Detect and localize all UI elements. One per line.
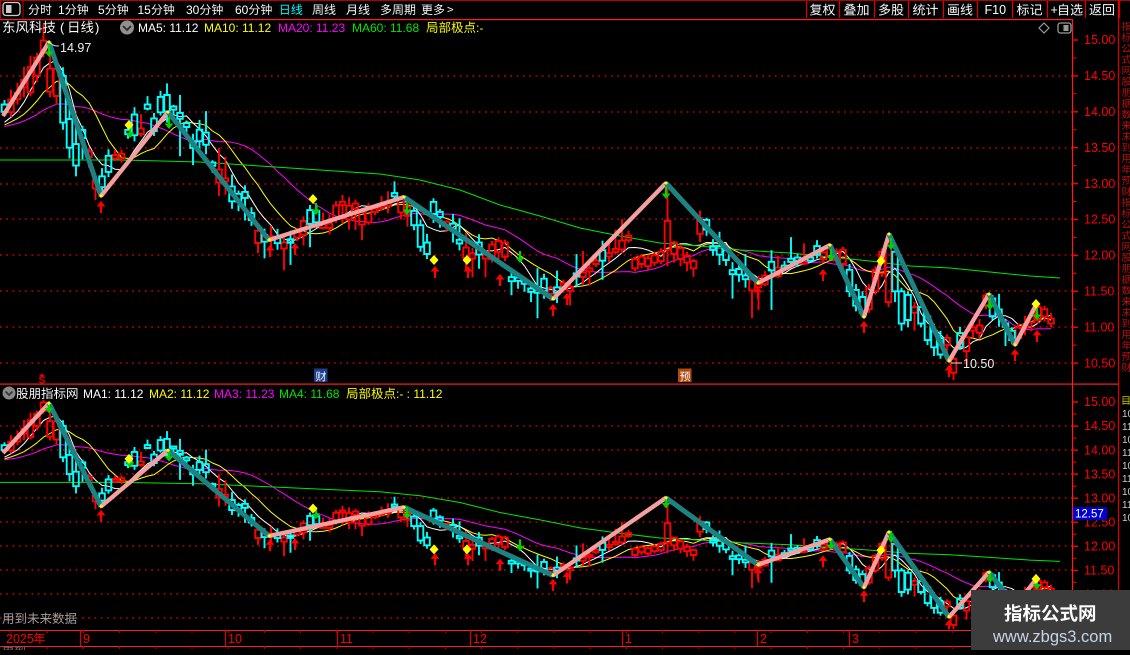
svg-text:10: 10 [228,632,242,646]
svg-text:10: 10 [1122,409,1130,420]
svg-text:MA4: 11.68: MA4: 11.68 [279,387,340,401]
svg-text:S: S [39,375,46,387]
svg-text:www.zbgs3.com: www.zbgs3.com [992,628,1112,646]
svg-text:MA60: 11.68: MA60: 11.68 [352,21,419,35]
svg-text:11: 11 [1122,474,1130,485]
svg-text:15.00: 15.00 [1084,395,1115,409]
svg-text::-: :- [476,21,483,35]
svg-text:9: 9 [83,632,90,646]
svg-text:MA1: 11.12: MA1: 11.12 [83,387,144,401]
svg-text:MA3: 11.23: MA3: 11.23 [214,387,275,401]
svg-text:11: 11 [340,632,353,646]
svg-text:F10: F10 [985,3,1007,17]
svg-text:12: 12 [473,632,487,646]
svg-text:MA2: 11.12: MA2: 11.12 [149,387,210,401]
svg-text:14.00: 14.00 [1084,105,1115,119]
svg-text:15: 15 [138,3,152,17]
svg-text:11.00: 11.00 [1084,320,1114,334]
svg-text:MA5: 11.12: MA5: 11.12 [138,21,199,35]
svg-text:12.57: 12.57 [1075,509,1104,521]
svg-text:MA20: 11.23: MA20: 11.23 [278,21,345,35]
svg-text:11.50: 11.50 [1084,564,1114,578]
svg-text:11: 11 [1122,422,1130,433]
svg-text::- : 11.12: :- : 11.12 [396,387,443,401]
svg-text:10: 10 [1122,487,1130,498]
svg-text:): ) [95,20,99,35]
svg-text:12.00: 12.00 [1084,249,1115,263]
svg-text:10.50: 10.50 [963,357,994,371]
svg-text:60: 60 [235,3,249,17]
svg-text:14.50: 14.50 [1084,69,1115,83]
svg-text:13.00: 13.00 [1084,177,1115,191]
svg-text:10.50: 10.50 [1084,356,1115,370]
svg-text:3: 3 [852,632,859,646]
svg-text:13.50: 13.50 [1084,141,1115,155]
svg-text:10: 10 [1122,461,1130,472]
svg-text:13.50: 13.50 [1084,467,1115,481]
svg-text:+: + [1051,3,1058,17]
svg-text:12.00: 12.00 [1084,540,1115,554]
svg-text:13.00: 13.00 [1084,491,1115,505]
svg-text:11: 11 [1122,448,1130,459]
svg-text:2: 2 [760,632,767,646]
svg-text:14.97: 14.97 [60,41,91,55]
svg-text:MA10: 11.12: MA10: 11.12 [204,21,271,35]
svg-text:10: 10 [1122,435,1130,446]
svg-text:2025: 2025 [6,632,34,646]
svg-text:15.00: 15.00 [1084,33,1115,47]
svg-text:1: 1 [58,3,65,17]
svg-text:12.50: 12.50 [1084,213,1115,227]
svg-text:11: 11 [1122,500,1130,511]
svg-text:30: 30 [186,3,200,17]
svg-text:(: ( [60,20,65,35]
svg-text:14.50: 14.50 [1084,419,1115,433]
svg-text:11.50: 11.50 [1084,285,1114,299]
svg-text:1: 1 [625,632,632,646]
svg-text:10: 10 [1122,513,1130,524]
svg-text:14.00: 14.00 [1084,443,1115,457]
svg-text:5: 5 [98,3,105,17]
